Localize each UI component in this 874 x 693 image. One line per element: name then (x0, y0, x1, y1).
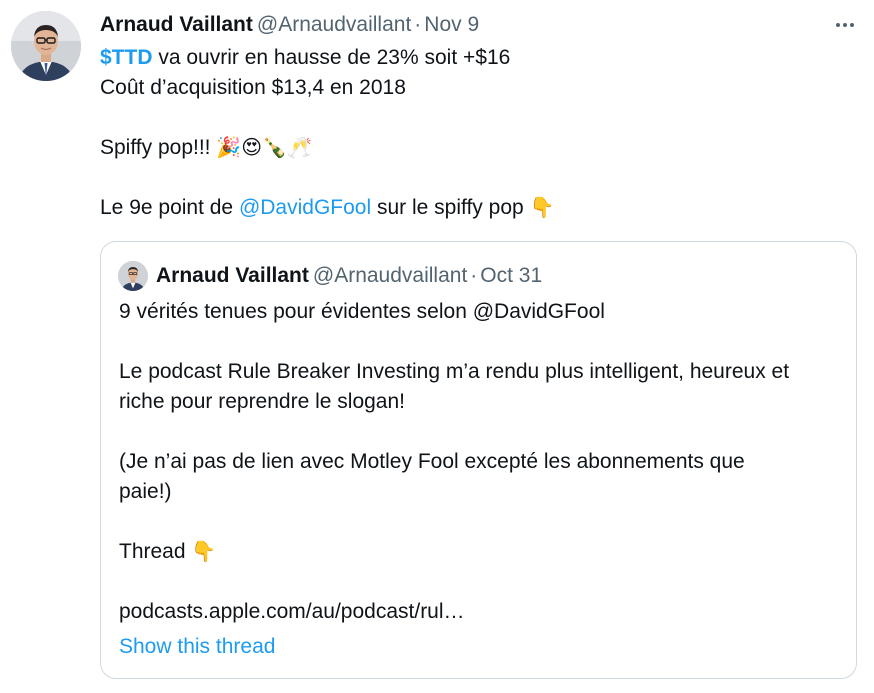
avatar-image (118, 261, 148, 291)
quoted-text-line: Le podcast Rule Breaker Investing m’a re… (119, 360, 790, 383)
tweet[interactable]: Arnaud Vaillant @Arnaudvaillant · Nov 9 $TT… (0, 0, 874, 693)
author-handle[interactable]: @Arnaudvaillant (257, 13, 411, 36)
quoted-author-name: Arnaud Vaillant (156, 264, 309, 287)
avatar-image (11, 11, 81, 81)
pointing-down-emoji-icon: 👇 (529, 197, 555, 219)
more-horizontal-icon[interactable] (830, 12, 860, 38)
quoted-text-line: (Je n’ai pas de lien avec Motley Fool ex… (119, 450, 745, 473)
tweet-line-3: Spiffy pop!!! 🎉😍🍾🥂 (100, 133, 312, 163)
quoted-author-handle: @Arnaudvaillant (312, 264, 468, 287)
quoted-link-text: podcasts.apple.com/au/podcast/rul… (119, 600, 465, 623)
quoted-text-line: Thread 👇 (119, 537, 216, 567)
avatar[interactable] (11, 11, 81, 81)
quoted-text-line: riche pour reprendre le slogan! (119, 390, 406, 413)
celebration-emoji-icons: 🎉😍🍾🥂 (216, 137, 312, 159)
separator-dot: · (470, 264, 478, 287)
tweet-text: sur le spiffy pop (371, 196, 530, 219)
thread-label: Thread (119, 540, 192, 563)
tweet-header: Arnaud Vaillant @Arnaudvaillant · Nov 9 (100, 11, 479, 39)
mention-link[interactable]: @DavidGFool (239, 196, 371, 219)
quoted-date: Oct 31 (480, 264, 543, 287)
quoted-header: Arnaud Vaillant @Arnaudvaillant · Oct 31 (156, 261, 542, 291)
author-name[interactable]: Arnaud Vaillant (100, 13, 253, 36)
tweet-line-1: $TTD va ouvrir en hausse de 23% soit +$1… (100, 43, 510, 73)
tweet-date[interactable]: Nov 9 (424, 13, 479, 36)
quoted-text-line: paie!) (119, 480, 172, 503)
tweet-line-2: Coût d’acquisition $13,4 en 2018 (100, 73, 406, 103)
tweet-text: va ouvrir en hausse de 23% soit +$16 (152, 46, 511, 69)
more-dot (843, 23, 847, 27)
more-dot (850, 23, 854, 27)
more-dot (836, 23, 840, 27)
show-thread-link[interactable]: Show this thread (119, 632, 275, 662)
quoted-avatar[interactable] (118, 261, 148, 291)
tweet-line-4: Le 9e point de @DavidGFool sur le spiffy… (100, 193, 554, 223)
separator-dot: · (414, 13, 422, 36)
quoted-text-line: 9 vérités tenues pour évidentes selon @D… (119, 300, 605, 323)
quoted-tweet[interactable]: Arnaud Vaillant @Arnaudvaillant · Oct 31 9 … (100, 241, 857, 679)
tweet-text: Le 9e point de (100, 196, 239, 219)
cashtag-link[interactable]: $TTD (100, 46, 153, 69)
tweet-text: Spiffy pop!!! (100, 136, 217, 159)
pointing-down-emoji-icon: 👇 (191, 541, 217, 563)
tweet-text: Coût d’acquisition $13,4 en 2018 (100, 76, 406, 99)
